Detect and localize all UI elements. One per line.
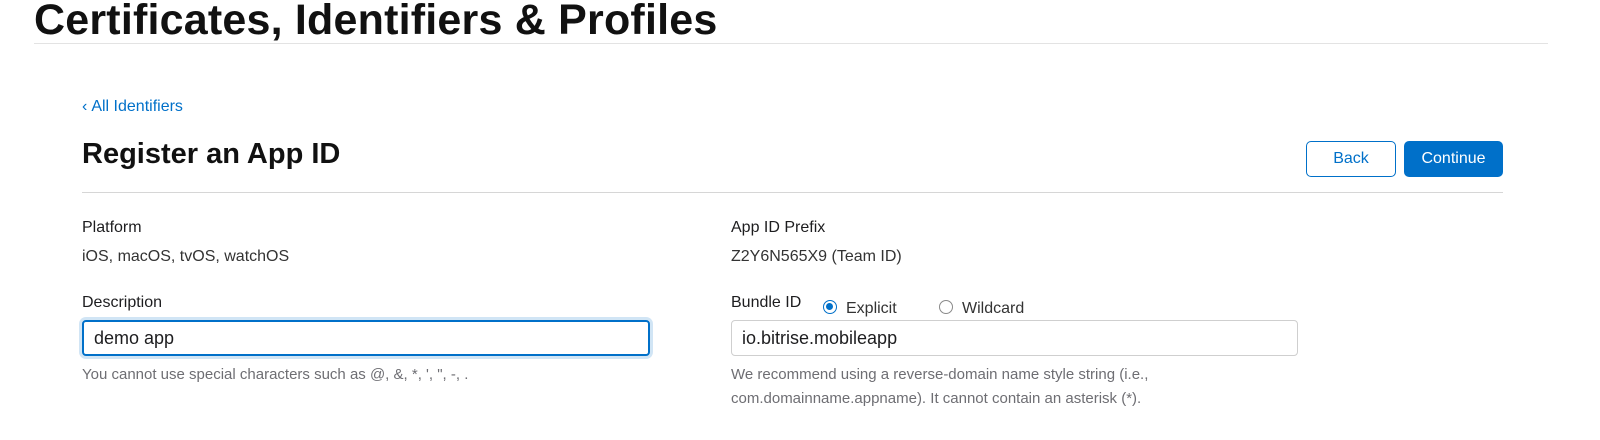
page-title: Certificates, Identifiers & Profiles: [34, 0, 718, 44]
section-title: Register an App ID: [82, 138, 341, 170]
platform-label: Platform: [82, 219, 142, 236]
radio-explicit[interactable]: Explicit: [823, 300, 897, 318]
continue-button[interactable]: Continue: [1404, 141, 1503, 177]
back-button[interactable]: Back: [1306, 141, 1396, 177]
chevron-left-icon: ‹: [82, 98, 88, 115]
bundle-id-hint-line2: com.domainname.appname). It cannot conta…: [731, 390, 1142, 407]
bundle-id-hint-line1: We recommend using a reverse-domain name…: [731, 366, 1149, 383]
radio-selected-icon: [823, 300, 837, 314]
radio-unselected-icon: [939, 300, 953, 314]
radio-explicit-label: Explicit: [846, 300, 897, 317]
platform-value: iOS, macOS, tvOS, watchOS: [82, 248, 290, 265]
description-hint: You cannot use special characters such a…: [82, 366, 469, 383]
description-label: Description: [82, 294, 163, 311]
radio-wildcard-label: Wildcard: [962, 300, 1025, 317]
all-identifiers-link[interactable]: ‹ All Identifiers: [82, 98, 183, 116]
section-divider: [82, 192, 1503, 193]
radio-wildcard[interactable]: Wildcard: [939, 300, 1024, 318]
app-id-prefix-value: Z2Y6N565X9 (Team ID): [731, 248, 902, 265]
page: Certificates, Identifiers & Profiles ‹ Al…: [0, 0, 1600, 440]
bundle-id-label: Bundle ID: [731, 294, 802, 311]
description-input[interactable]: [82, 320, 650, 356]
title-divider: [34, 43, 1548, 44]
all-identifiers-label: All Identifiers: [91, 98, 183, 115]
app-id-prefix-label: App ID Prefix: [731, 219, 826, 236]
bundle-id-input[interactable]: [731, 320, 1298, 356]
